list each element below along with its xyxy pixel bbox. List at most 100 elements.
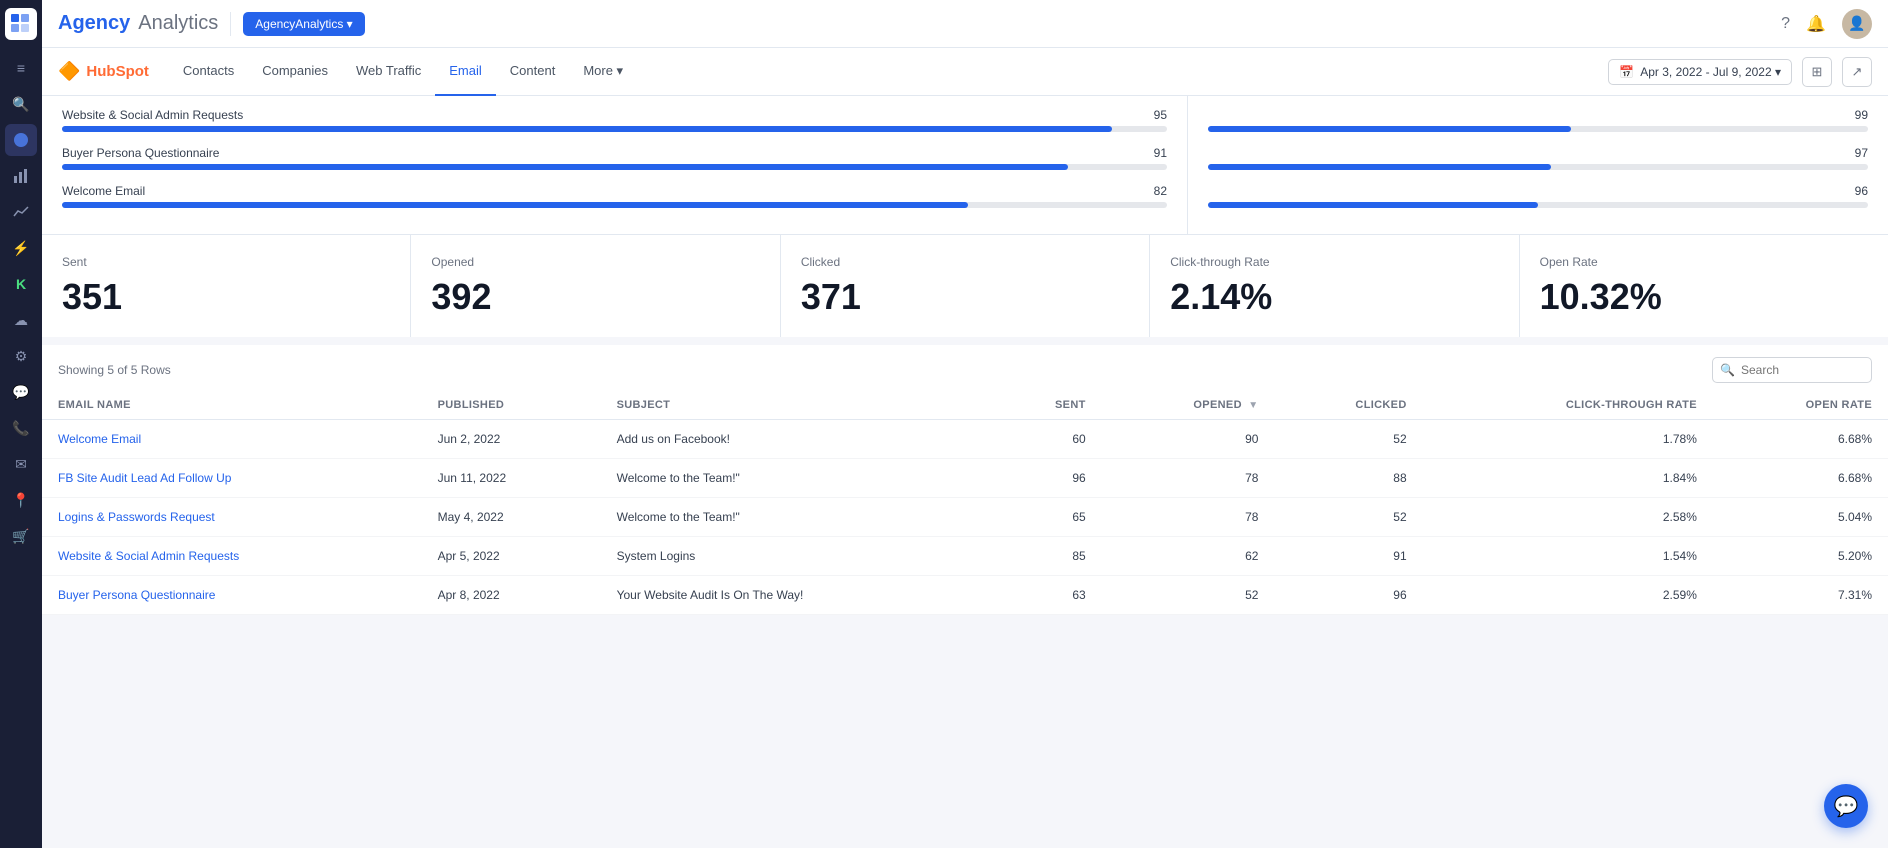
bar-track-2 (62, 164, 1167, 170)
bar-track-1 (62, 126, 1167, 132)
sidebar-logo[interactable] (5, 8, 37, 40)
sidebar-lightning-icon[interactable]: ⚡ (5, 232, 37, 264)
cell-clicked: 88 (1274, 458, 1422, 497)
sidebar-k-icon[interactable]: K (5, 268, 37, 300)
tab-email[interactable]: Email (435, 48, 496, 96)
sidebar-search-icon[interactable]: 🔍 (5, 88, 37, 120)
col-opened[interactable]: OPENED ▼ (1102, 391, 1275, 420)
cell-open-rate: 6.68% (1713, 458, 1888, 497)
table-header: EMAIL NAME PUBLISHED SUBJECT SENT OPENED (42, 391, 1888, 420)
showing-text: Showing 5 of 5 Rows (58, 363, 171, 377)
table-row: Logins & Passwords Request May 4, 2022 W… (42, 497, 1888, 536)
table-header-row: Showing 5 of 5 Rows 🔍 (42, 345, 1888, 391)
right-bar-track-3 (1208, 202, 1868, 208)
cell-opened: 62 (1102, 536, 1275, 575)
bar-value-1: 95 (1154, 108, 1167, 122)
notifications-icon[interactable]: 🔔 (1806, 14, 1826, 34)
cell-email-name[interactable]: Website & Social Admin Requests (42, 536, 422, 575)
metric-sent-value: 351 (62, 277, 390, 317)
bar-fill-2 (62, 164, 1068, 170)
date-range-btn[interactable]: 📅 Apr 3, 2022 - Jul 9, 2022 ▾ (1608, 59, 1792, 85)
sidebar-chat-icon[interactable]: 💬 (5, 376, 37, 408)
cell-email-name[interactable]: Logins & Passwords Request (42, 497, 422, 536)
cell-sent: 85 (990, 536, 1102, 575)
right-bar-value-2: 97 (1855, 146, 1868, 160)
sidebar-analytics-icon[interactable] (5, 196, 37, 228)
bar-item-3: Welcome Email 82 (62, 184, 1167, 208)
main-area: AgencyAnalytics AgencyAnalytics ▾ ? 🔔 👤 … (42, 0, 1888, 848)
cell-email-name[interactable]: FB Site Audit Lead Ad Follow Up (42, 458, 422, 497)
metric-sent-label: Sent (62, 255, 390, 269)
navtabs: 🔶 HubSpot Contacts Companies Web Traffic… (42, 48, 1888, 96)
cell-sent: 96 (990, 458, 1102, 497)
sidebar-mail-icon[interactable]: ✉ (5, 448, 37, 480)
table-row: Welcome Email Jun 2, 2022 Add us on Face… (42, 419, 1888, 458)
tab-companies[interactable]: Companies (248, 48, 342, 96)
metric-opened: Opened 392 (411, 235, 780, 337)
cell-opened: 90 (1102, 419, 1275, 458)
cell-ctr: 2.59% (1423, 575, 1713, 614)
bar-track-3 (62, 202, 1167, 208)
sidebar-menu-icon[interactable]: ≡ (5, 52, 37, 84)
sidebar-cloud-icon[interactable]: ☁ (5, 304, 37, 336)
right-bar-track-1 (1208, 126, 1868, 132)
cell-ctr: 2.58% (1423, 497, 1713, 536)
right-bar-value-1: 99 (1855, 108, 1868, 122)
cell-clicked: 52 (1274, 497, 1422, 536)
metric-ctr-value: 2.14% (1170, 277, 1498, 317)
table-row: FB Site Audit Lead Ad Follow Up Jun 11, … (42, 458, 1888, 497)
sidebar-chart-icon[interactable] (5, 160, 37, 192)
cell-sent: 60 (990, 419, 1102, 458)
cell-opened: 52 (1102, 575, 1275, 614)
sidebar-settings-icon[interactable]: ⚙ (5, 340, 37, 372)
search-input[interactable] (1712, 357, 1872, 383)
help-icon[interactable]: ? (1781, 15, 1790, 33)
share-btn[interactable]: ↗ (1842, 57, 1872, 87)
cell-clicked: 91 (1274, 536, 1422, 575)
cell-published: May 4, 2022 (422, 497, 601, 536)
brand-agency: Agency (58, 12, 130, 35)
topbar-divider (230, 12, 231, 36)
sidebar-cart-icon[interactable]: 🛒 (5, 520, 37, 552)
chat-bubble[interactable]: 💬 (1824, 784, 1868, 828)
metric-clicked: Clicked 371 (781, 235, 1150, 337)
cell-subject: Welcome to the Team!" (601, 458, 991, 497)
tab-web-traffic[interactable]: Web Traffic (342, 48, 435, 96)
sort-icon: ▼ (1248, 400, 1258, 411)
cell-opened: 78 (1102, 458, 1275, 497)
agency-dropdown-btn[interactable]: AgencyAnalytics ▾ (243, 12, 364, 36)
cell-open-rate: 5.04% (1713, 497, 1888, 536)
metric-sent: Sent 351 (42, 235, 411, 337)
cell-email-name[interactable]: Buyer Persona Questionnaire (42, 575, 422, 614)
tab-content[interactable]: Content (496, 48, 570, 96)
metric-open-rate-value: 10.32% (1540, 277, 1868, 317)
search-wrap: 🔍 (1712, 357, 1872, 383)
cell-sent: 63 (990, 575, 1102, 614)
metric-open-rate-label: Open Rate (1540, 255, 1868, 269)
sidebar-location-icon[interactable]: 📍 (5, 484, 37, 516)
grid-view-btn[interactable]: ⊞ (1802, 57, 1832, 87)
search-icon: 🔍 (1720, 363, 1735, 377)
chart-section: Website & Social Admin Requests 95 Buyer… (42, 96, 1888, 234)
right-bar-fill-2 (1208, 164, 1551, 170)
right-chart: 99 97 (1188, 96, 1888, 234)
topbar: AgencyAnalytics AgencyAnalytics ▾ ? 🔔 👤 (42, 0, 1888, 48)
sidebar: ≡ 🔍 ⚡ K ☁ ⚙ 💬 📞 ✉ 📍 🛒 (0, 0, 42, 848)
tab-more[interactable]: More ▾ (569, 48, 637, 96)
cell-clicked: 96 (1274, 575, 1422, 614)
data-table: EMAIL NAME PUBLISHED SUBJECT SENT OPENED (42, 391, 1888, 615)
bar-label-1: Website & Social Admin Requests (62, 108, 243, 122)
cell-email-name[interactable]: Welcome Email (42, 419, 422, 458)
metric-clicked-value: 371 (801, 277, 1129, 317)
avatar[interactable]: 👤 (1842, 9, 1872, 39)
sidebar-phone-icon[interactable]: 📞 (5, 412, 37, 444)
cell-ctr: 1.78% (1423, 419, 1713, 458)
cell-ctr: 1.54% (1423, 536, 1713, 575)
right-bar-item-3: 96 (1208, 184, 1868, 208)
tab-contacts[interactable]: Contacts (169, 48, 248, 96)
topbar-right: ? 🔔 👤 (1781, 9, 1872, 39)
hubspot-logo: 🔶 HubSpot (58, 61, 149, 82)
bar-item-2: Buyer Persona Questionnaire 91 (62, 146, 1167, 170)
sidebar-dashboard-icon[interactable] (5, 124, 37, 156)
cell-published: Jun 2, 2022 (422, 419, 601, 458)
